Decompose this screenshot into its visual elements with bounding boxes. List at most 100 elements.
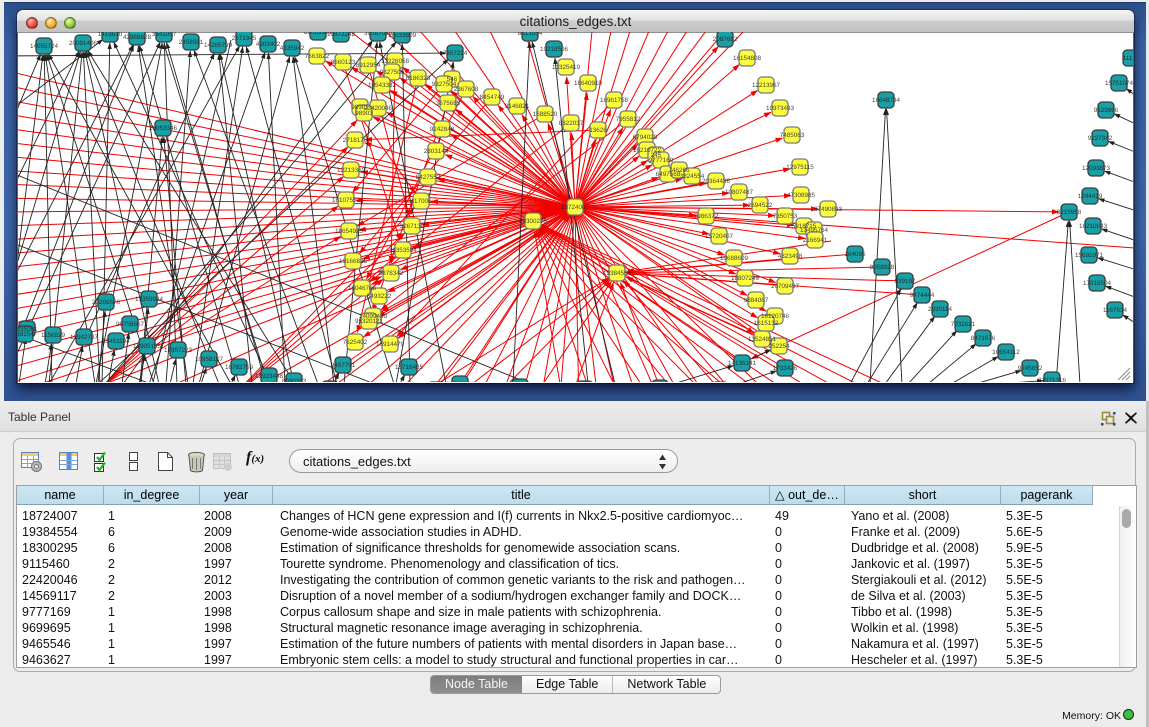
svg-text:9457791: 9457791 [331,362,356,369]
svg-text:10807487: 10807487 [725,189,753,196]
svg-text:13451194: 13451194 [102,338,130,345]
svg-text:12213967: 12213967 [752,82,780,89]
svg-text:9327506: 9327506 [380,69,405,76]
svg-text:8215958: 8215958 [1057,209,1082,216]
svg-text:12905135: 12905135 [133,343,161,350]
svg-text:16782759: 16782759 [225,364,253,371]
svg-text:1615132: 1615132 [754,320,779,327]
svg-text:12942737: 12942737 [70,334,98,341]
svg-text:18724007: 18724007 [561,204,589,211]
svg-text:16914479: 16914479 [376,341,404,348]
svg-text:17957223: 17957223 [164,347,192,354]
svg-text:14265799: 14265799 [204,42,232,49]
svg-text:252254: 252254 [768,343,789,350]
svg-text:8958928: 8958928 [870,264,895,271]
svg-text:1167534: 1167534 [1103,307,1127,314]
svg-text:20709497: 20709497 [771,283,799,290]
svg-text:15751074: 15751074 [1105,80,1133,87]
svg-text:3341057: 3341057 [152,32,177,38]
svg-text:9529966: 9529966 [1094,107,1119,114]
svg-text:7663822: 7663822 [305,53,330,60]
svg-text:10973493: 10973493 [766,105,794,112]
svg-text:39154: 39154 [18,331,34,338]
svg-text:14136141: 14136141 [728,360,756,367]
svg-text:8454749: 8454749 [480,94,505,101]
svg-text:4335942: 4335942 [280,45,305,52]
svg-text:7986372: 7986372 [694,213,719,220]
svg-text:87490893: 87490893 [814,206,842,213]
svg-text:20364436: 20364436 [702,178,730,185]
svg-text:6794028: 6794028 [633,134,658,141]
svg-text:16648784: 16648784 [872,97,900,104]
svg-text:19384554: 19384554 [603,270,631,277]
svg-text:8186323: 8186323 [406,75,431,82]
svg-text:2367608: 2367608 [454,86,479,93]
svg-text:18640910: 18640910 [574,80,602,87]
svg-text:16154808: 16154808 [733,55,761,62]
svg-text:9474444: 9474444 [910,292,935,299]
svg-text:2458591: 2458591 [179,39,204,46]
svg-text:13524851: 13524851 [748,336,776,343]
svg-text:9327504: 9327504 [432,81,457,88]
svg-text:18807249: 18807249 [731,275,759,282]
svg-text:13626: 13626 [589,127,607,134]
svg-text:8322037: 8322037 [559,120,584,127]
svg-text:164095: 164095 [844,251,865,258]
svg-text:98903: 98903 [355,110,373,117]
svg-text:1156829: 1156829 [41,332,65,339]
svg-text:2803144: 2803144 [424,148,449,155]
svg-text:10688609: 10688609 [720,255,748,262]
svg-text:10654112: 10654112 [992,349,1020,356]
svg-text:16961758: 16961758 [600,97,628,104]
svg-text:13226058: 13226058 [381,58,409,65]
svg-text:47308985: 47308985 [787,192,815,199]
svg-text:13495764: 13495764 [800,227,828,234]
svg-text:2571945: 2571945 [232,35,257,42]
svg-text:20053346: 20053346 [149,125,177,132]
svg-text:15692971: 15692971 [1075,252,1103,259]
svg-text:2087682: 2087682 [713,36,738,43]
svg-text:19166825: 19166825 [339,258,367,265]
svg-text:10958107: 10958107 [195,356,223,363]
svg-text:15720407: 15720407 [705,233,733,240]
svg-text:16107552: 16107552 [332,197,360,204]
svg-text:12093873: 12093873 [1082,165,1110,172]
svg-text:8090293: 8090293 [282,378,307,382]
svg-text:2694522: 2694522 [748,202,773,209]
svg-text:8471676: 8471676 [971,335,996,342]
svg-text:23300275: 23300275 [519,218,547,225]
svg-text:9146821: 9146821 [505,103,530,110]
svg-text:9227342: 9227342 [1088,135,1113,142]
svg-text:8813054: 8813054 [518,32,543,37]
svg-text:81971316: 81971316 [1038,377,1066,382]
svg-text:1244419: 1244419 [1078,193,1103,200]
svg-text:1419610: 1419610 [98,32,123,38]
svg-text:12923448: 12923448 [255,373,283,380]
svg-text:16046766: 16046766 [348,285,376,292]
svg-text:11353594: 11353594 [389,247,417,254]
svg-text:7625402: 7625402 [343,339,368,346]
svg-text:9242848: 9242848 [430,126,455,133]
svg-text:11120: 11120 [1123,55,1133,62]
svg-text:12213369: 12213369 [337,167,365,174]
svg-text:7357224: 7357224 [443,50,468,57]
svg-text:9777169: 9777169 [649,157,674,164]
svg-text:3267130: 3267130 [400,223,425,230]
svg-text:20206576: 20206576 [92,299,120,306]
svg-text:16210643: 16210643 [1079,223,1107,230]
svg-text:10872248: 10872248 [327,32,355,38]
svg-text:18654925: 18654925 [335,228,363,235]
svg-text:2935114: 2935114 [928,306,952,313]
svg-text:8660123: 8660123 [331,59,356,66]
svg-text:9245652: 9245652 [1018,365,1043,372]
svg-text:417006: 417006 [410,198,431,205]
svg-text:1733426: 1733426 [773,365,798,372]
svg-text:16120746: 16120746 [761,313,789,320]
svg-text:8912954: 8912954 [356,62,381,69]
svg-text:13325419: 13325419 [552,64,580,71]
svg-text:7032621: 7032621 [951,321,976,328]
svg-text:1588520: 1588520 [533,111,558,118]
svg-text:4903402: 4903402 [256,41,281,48]
svg-text:4823498: 4823498 [778,253,803,260]
svg-text:7350753: 7350753 [773,213,798,220]
